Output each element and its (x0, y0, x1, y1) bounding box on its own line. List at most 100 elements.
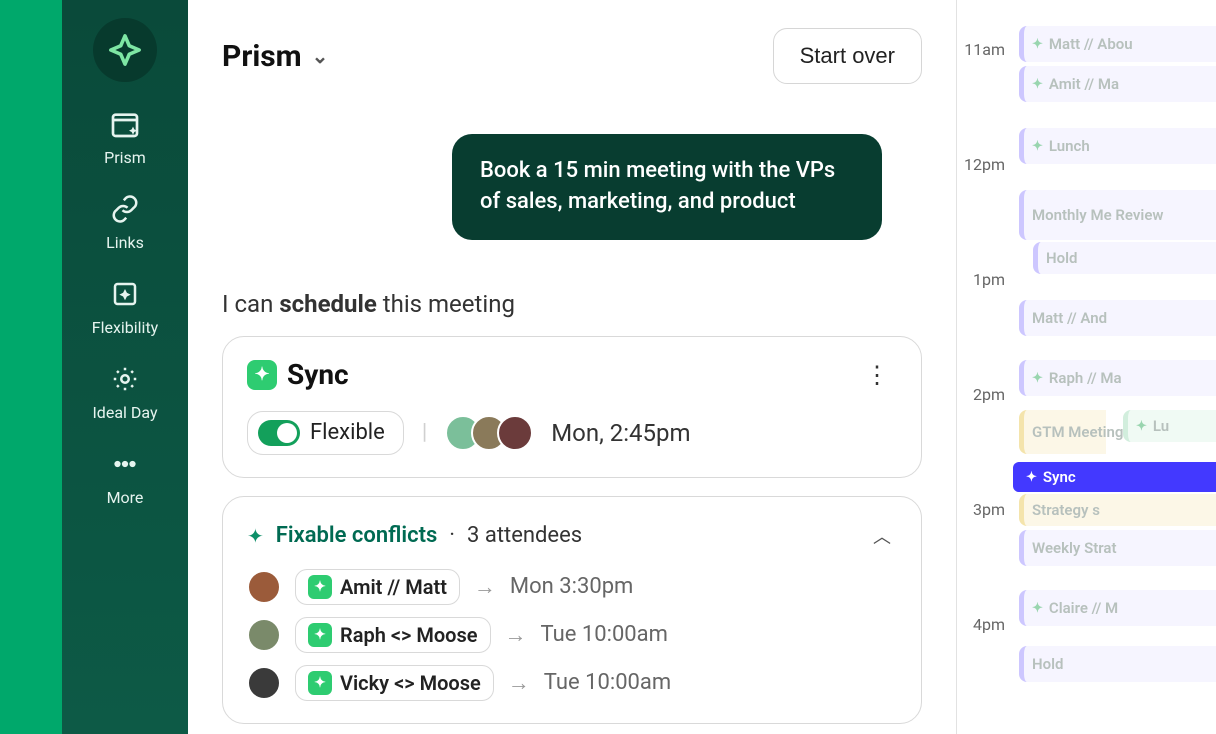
sidebar: Prism Links Flexibility Ideal Day More (62, 0, 188, 734)
sparkle-icon: ✦ (308, 671, 332, 695)
conflict-event-chip[interactable]: ✦Raph <> Moose (295, 617, 491, 653)
sparkle-icon: ✦ (247, 360, 277, 390)
reschedule-time: Tue 10:00am (541, 622, 668, 647)
sparkle-icon: ✦ (1136, 419, 1147, 434)
page-title: Prism (222, 39, 302, 74)
link-icon (107, 191, 143, 227)
calendar-event[interactable]: Monthly Me Review (1019, 190, 1216, 240)
calendar-event[interactable]: ✦ Lunch (1019, 128, 1216, 164)
calendar-panel: 11am 12pm 1pm 2pm 3pm 4pm ✦ Matt // Abou ✦ Amit … (956, 0, 1216, 734)
calendar-event[interactable]: Hold (1033, 242, 1216, 274)
fixable-conflicts-link[interactable]: Fixable conflicts (276, 523, 438, 548)
reschedule-time: Mon 3:30pm (510, 574, 633, 599)
calendar-sparkle-icon (107, 106, 143, 142)
chevron-down-icon: ⌄ (312, 44, 329, 68)
avatar (247, 570, 281, 604)
chevron-up-icon[interactable]: ︿ (867, 517, 897, 555)
sparkle-icon: ✦ (1026, 470, 1037, 485)
hour-label: 4pm (957, 615, 1013, 634)
nav-label: Ideal Day (92, 403, 157, 422)
sparkle-icon: ✦ (308, 623, 332, 647)
calendar-event[interactable]: ✦ Claire // M (1019, 590, 1216, 626)
conflict-row: ✦Vicky <> Moose→Tue 10:00am (247, 665, 897, 701)
calendar-event[interactable]: ✦ Amit // Ma (1019, 66, 1216, 102)
kebab-menu[interactable]: ⋮ (857, 357, 897, 393)
calendar-event[interactable]: ✦ Lu (1123, 410, 1216, 442)
toggle-on-icon (258, 420, 300, 446)
event-title: Hold (1046, 249, 1077, 267)
arrow-right-icon: → (474, 574, 496, 600)
calendar-event[interactable]: ✦ Matt // Abou (1019, 26, 1216, 62)
nav-label: Flexibility (92, 318, 159, 337)
event-title: Lu (1153, 417, 1169, 435)
sparkle-icon: ✦ (1032, 371, 1043, 386)
sparkle-icon: ✦ (1032, 77, 1043, 92)
event-title: Amit // Ma (1049, 75, 1119, 93)
conflict-event-chip[interactable]: ✦Amit // Matt (295, 569, 460, 605)
hour-label: 12pm (957, 155, 1013, 174)
event-title: Claire // M (1049, 599, 1118, 617)
nav-label: Links (106, 233, 144, 252)
avatar (497, 415, 533, 451)
event-title: Raph // Ma (1049, 369, 1122, 387)
divider: | (422, 420, 427, 445)
conflict-event-chip[interactable]: ✦Vicky <> Moose (295, 665, 494, 701)
nav-ideal-day[interactable]: Ideal Day (92, 361, 157, 422)
calendar-event[interactable]: Weekly Strat (1019, 530, 1216, 566)
attendee-count: 3 attendees (467, 523, 582, 548)
nav-label: Prism (104, 148, 146, 167)
calendar-event[interactable]: Matt // And (1019, 300, 1216, 336)
conflict-row: ✦Amit // Matt → Mon 3:30pm (247, 569, 897, 605)
main-header: Prism ⌄ Start over (222, 28, 922, 84)
sparkle-icon: ✦ (1032, 601, 1043, 616)
hour-label: 1pm (957, 270, 1013, 289)
start-over-button[interactable]: Start over (773, 28, 922, 84)
sparkle-icon: ✦ (1032, 139, 1043, 154)
reschedule-time: Tue 10:00am (544, 670, 671, 695)
chat-area: Book a 15 min meeting with the VPs of sa… (222, 134, 922, 240)
view-switcher[interactable]: Prism ⌄ (222, 39, 328, 74)
left-gutter (0, 0, 62, 734)
assistant-response: I can schedule this meeting (222, 290, 922, 318)
avatar (247, 666, 281, 700)
nav-flexibility[interactable]: Flexibility (92, 276, 159, 337)
flexibility-icon (107, 276, 143, 312)
attendee-avatars[interactable] (445, 415, 533, 451)
calendar-event[interactable]: Hold (1019, 646, 1216, 682)
main-panel: Prism ⌄ Start over Book a 15 min meeting… (188, 0, 956, 734)
arrow-right-icon: → (505, 622, 527, 648)
calendar-event[interactable]: ✦ Raph // Ma (1019, 360, 1216, 396)
nav-links[interactable]: Links (106, 191, 144, 252)
app-logo (93, 18, 157, 82)
avatar (247, 618, 281, 652)
calendar-event[interactable]: GTM Meeting (1019, 410, 1106, 454)
event-title: Matt // Abou (1049, 35, 1133, 53)
sun-icon (107, 361, 143, 397)
hour-label: 11am (957, 40, 1013, 59)
event-title: Matt // And (1032, 309, 1107, 327)
sparkle-icon: ✦ (247, 524, 264, 548)
sync-title: ✦ Sync (247, 358, 349, 391)
conflicts-card: ✦ Fixable conflicts · 3 attendees ︿ ✦Ami… (222, 496, 922, 724)
conflict-row: ✦Raph <> Moose → Tue 10:00am (247, 617, 897, 653)
sparkle-icon: ✦ (308, 575, 332, 599)
event-title: Lunch (1049, 137, 1090, 155)
sync-datetime: Mon, 2:45pm (551, 419, 690, 447)
calendar-event[interactable]: Strategy s (1019, 494, 1216, 526)
user-message: Book a 15 min meeting with the VPs of sa… (452, 134, 882, 240)
nav-label: More (107, 488, 144, 507)
event-title: Strategy s (1032, 501, 1100, 519)
calendar-event[interactable]: ✦ Sync (1013, 462, 1216, 492)
hour-label: 2pm (957, 385, 1013, 404)
event-title: GTM Meeting (1032, 423, 1123, 441)
sparkle-icon: ✦ (1032, 37, 1043, 52)
event-title: Monthly Me Review (1032, 206, 1163, 224)
flexible-toggle[interactable]: Flexible (247, 411, 404, 455)
sync-card: ✦ Sync ⋮ Flexible | Mon, 2:45pm (222, 336, 922, 478)
nav-prism[interactable]: Prism (104, 106, 146, 167)
event-title: Sync (1043, 468, 1076, 486)
more-icon (107, 446, 143, 482)
hour-label: 3pm (957, 500, 1013, 519)
nav-more[interactable]: More (107, 446, 144, 507)
event-title: Weekly Strat (1032, 539, 1117, 557)
